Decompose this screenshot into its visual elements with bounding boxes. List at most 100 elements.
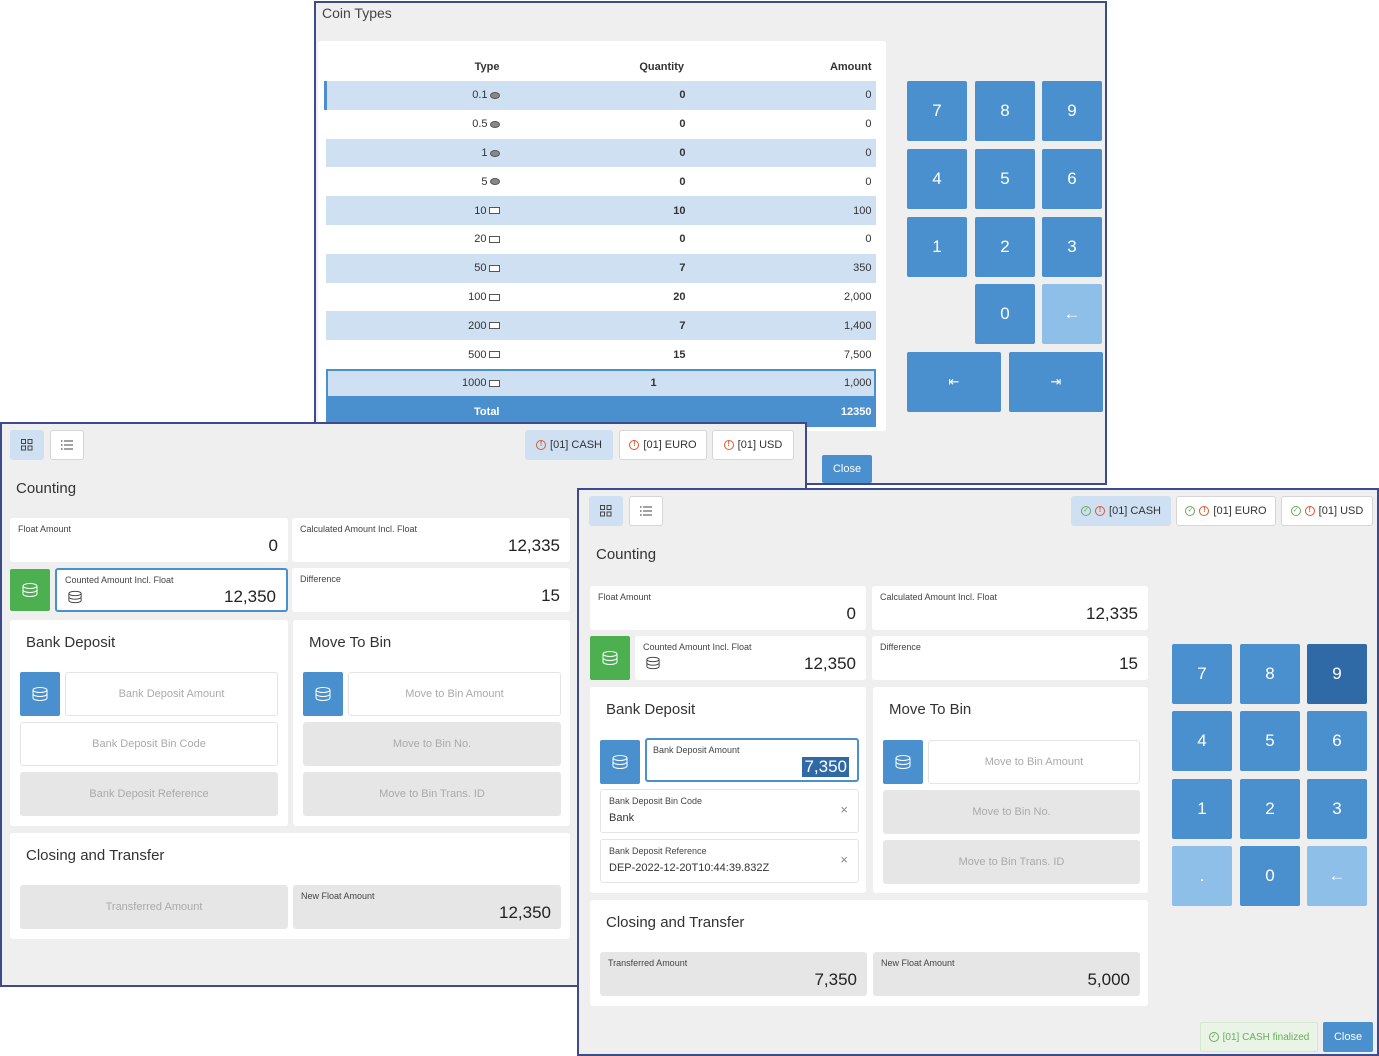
quantity-cell[interactable]: 1 (503, 368, 690, 398)
quantity-cell[interactable]: 0 (503, 138, 690, 168)
coin-count-button[interactable] (590, 636, 630, 680)
coins-stack-icon (68, 590, 82, 604)
quantity-cell[interactable]: 10 (503, 196, 690, 225)
key-7[interactable]: 7 (907, 81, 967, 141)
key-6[interactable]: 6 (1042, 149, 1102, 209)
tab-cash[interactable]: ✓! [01] CASH (1071, 496, 1171, 526)
key-3[interactable]: 3 (1042, 217, 1102, 277)
quantity-cell[interactable]: 7 (503, 253, 690, 283)
table-row[interactable]: 500 15 7,500 (326, 340, 876, 369)
coin-icon (489, 91, 500, 99)
quantity-cell[interactable]: 20 (504, 283, 690, 312)
coin-type-cell: 20 (326, 225, 504, 254)
counted-amount-value: 12,350 (224, 587, 276, 606)
key-9[interactable]: 9 (1042, 81, 1102, 141)
close-button[interactable]: Close (1323, 1022, 1373, 1052)
table-row[interactable]: 1000 1 1,000 (325, 368, 876, 398)
counted-amount-field[interactable]: Counted Amount Incl. Float 12,350 (635, 636, 866, 680)
warning-icon: ! (629, 440, 640, 450)
tab-forward-key[interactable]: ⇥ (1009, 352, 1103, 412)
check-icon: ✓ (1290, 506, 1301, 516)
table-row[interactable]: 0.1 0 0 (324, 81, 876, 110)
move-to-bin-coin-button[interactable] (883, 740, 923, 784)
key-1[interactable]: 1 (1172, 779, 1232, 839)
key-5[interactable]: 5 (975, 149, 1035, 209)
bank-deposit-bin-code-input[interactable]: Bank Deposit Bin Code (20, 722, 278, 766)
key-0[interactable]: 0 (975, 284, 1035, 344)
coin-type-cell: 1 (325, 138, 504, 168)
bank-deposit-amount-input[interactable]: Bank Deposit Amount 7,350 (645, 738, 859, 782)
key-4[interactable]: 4 (907, 149, 967, 209)
coin-count-button[interactable] (10, 569, 50, 611)
key-3[interactable]: 3 (1307, 779, 1367, 839)
table-row[interactable]: 100 20 2,000 (326, 283, 876, 312)
key-7[interactable]: 7 (1172, 644, 1232, 704)
table-row[interactable]: 200 7 1,400 (325, 311, 876, 341)
tab-euro[interactable]: ✓! [01] EURO (1176, 496, 1276, 526)
backspace-key[interactable]: ← (1042, 284, 1102, 344)
move-to-bin-card: Move To Bin Move to Bin Amount Move to B… (293, 620, 570, 826)
table-row[interactable]: 50 7 350 (325, 253, 876, 283)
move-to-bin-no-input: Move to Bin No. (303, 722, 561, 766)
key-decimal[interactable]: . (1172, 846, 1232, 906)
bank-deposit-bin-code-input[interactable]: Bank Deposit Bin Code Bank × (600, 789, 859, 833)
key-9[interactable]: 9 (1307, 644, 1367, 704)
move-to-bin-amount-input[interactable]: Move to Bin Amount (928, 740, 1140, 784)
quantity-cell[interactable]: 0 (504, 167, 690, 196)
move-to-bin-amount-input[interactable]: Move to Bin Amount (348, 672, 561, 716)
key-2[interactable]: 2 (1240, 779, 1300, 839)
bank-deposit-reference-input[interactable]: Bank Deposit Reference DEP-2022-12-20T10… (600, 839, 859, 883)
coin-table: Type Quantity Amount 0.1 0 0 0.5 0 0 1 0 0 5 0 0 10 1… (324, 53, 876, 427)
calculated-amount-value: 12,335 (1086, 604, 1138, 623)
key-6[interactable]: 6 (1307, 711, 1367, 771)
coins-stack-icon (612, 755, 628, 769)
backspace-key[interactable]: ← (1307, 846, 1367, 906)
tab-usd[interactable]: ! [01] USD (712, 430, 794, 460)
key-8[interactable]: 8 (975, 81, 1035, 141)
coin-type-label: 20 (474, 233, 487, 246)
quantity-cell[interactable]: 15 (504, 340, 690, 369)
table-row[interactable]: 20 0 0 (326, 225, 876, 254)
coin-type-cell: 0.5 (326, 110, 504, 139)
amount-cell: 0 (865, 118, 872, 131)
table-row[interactable]: 1 00 (325, 138, 876, 168)
banknote-icon (488, 293, 500, 301)
tab-back-key[interactable]: ⇤ (907, 352, 1001, 412)
bank-deposit-coin-button[interactable] (600, 740, 640, 784)
closing-transfer-card: Closing and Transfer Transferred Amount … (10, 833, 570, 939)
key-2[interactable]: 2 (975, 217, 1035, 277)
key-4[interactable]: 4 (1172, 711, 1232, 771)
grid-view-button[interactable] (10, 430, 44, 460)
amount-cell: 0 (865, 233, 872, 246)
tab-usd[interactable]: ✓! [01] USD (1281, 496, 1373, 526)
key-5[interactable]: 5 (1240, 711, 1300, 771)
list-view-button[interactable] (629, 496, 663, 526)
key-1[interactable]: 1 (907, 217, 967, 277)
move-to-bin-coin-button[interactable] (303, 672, 343, 716)
tab-cash-label: [01] CASH (550, 439, 602, 451)
list-view-button[interactable] (50, 430, 84, 460)
bank-deposit-amount-input[interactable]: Bank Deposit Amount (65, 672, 278, 716)
table-row[interactable]: 5 0 0 (326, 167, 876, 196)
quantity-cell[interactable]: 0 (504, 225, 690, 254)
table-row[interactable]: 10 10 100 (325, 196, 876, 225)
counted-amount-field[interactable]: Counted Amount Incl. Float 12,350 (55, 568, 288, 612)
key-0[interactable]: 0 (1240, 846, 1300, 906)
clear-icon[interactable]: × (840, 802, 848, 817)
tab-cash[interactable]: ! [01] CASH (525, 430, 613, 460)
clear-icon[interactable]: × (840, 852, 848, 867)
counting-title: Counting (16, 480, 77, 497)
quantity-cell[interactable]: 0 (503, 81, 690, 110)
grid-view-button[interactable] (589, 496, 623, 526)
coins-stack-icon (315, 687, 331, 701)
bank-deposit-reference-input: Bank Deposit Reference (20, 772, 278, 816)
bank-deposit-coin-button[interactable] (20, 672, 60, 716)
quantity-cell[interactable]: 7 (503, 311, 690, 341)
counting-title: Counting (596, 546, 657, 563)
key-8[interactable]: 8 (1240, 644, 1300, 704)
banknote-icon (488, 264, 500, 272)
tab-euro[interactable]: ! [01] EURO (619, 430, 707, 460)
close-button[interactable]: Close (822, 455, 872, 483)
table-row[interactable]: 0.5 0 0 (326, 110, 876, 139)
quantity-cell[interactable]: 0 (504, 110, 690, 139)
